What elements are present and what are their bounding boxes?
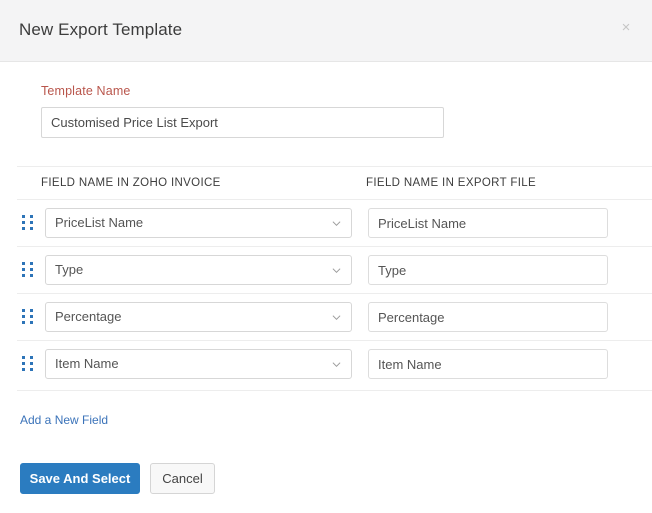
cancel-button[interactable]: Cancel <box>150 463 215 494</box>
close-icon[interactable]: × <box>616 18 636 38</box>
source-field-select[interactable]: Type <box>45 255 352 285</box>
drag-handle-icon[interactable] <box>22 262 35 278</box>
divider-above-headers <box>17 166 652 167</box>
add-new-field-link[interactable]: Add a New Field <box>20 413 108 427</box>
column-header-source: FIELD NAME IN ZOHO INVOICE <box>41 177 221 189</box>
export-field-input[interactable] <box>368 302 608 332</box>
export-field-input[interactable] <box>368 349 608 379</box>
table-row: Type <box>0 247 652 293</box>
export-field-input[interactable] <box>368 255 608 285</box>
template-name-input[interactable] <box>41 107 444 138</box>
source-field-select[interactable]: Item Name <box>45 349 352 379</box>
new-export-template-dialog: New Export Template × Template Name FIEL… <box>0 0 652 513</box>
table-row: Item Name <box>0 341 652 387</box>
source-field-select[interactable]: PriceList Name <box>45 208 352 238</box>
source-field-value: Item Name <box>45 349 352 379</box>
template-name-label: Template Name <box>41 84 131 98</box>
drag-handle-icon[interactable] <box>22 309 35 325</box>
dialog-header: New Export Template × <box>0 0 652 62</box>
source-field-select[interactable]: Percentage <box>45 302 352 332</box>
drag-handle-icon[interactable] <box>22 215 35 231</box>
source-field-value: Type <box>45 255 352 285</box>
table-row: Percentage <box>0 294 652 340</box>
table-row: PriceList Name <box>0 200 652 246</box>
column-header-target: FIELD NAME IN EXPORT FILE <box>366 177 537 189</box>
page-title: New Export Template <box>19 20 183 39</box>
export-field-input[interactable] <box>368 208 608 238</box>
source-field-value: PriceList Name <box>45 208 352 238</box>
drag-handle-icon[interactable] <box>22 356 35 372</box>
save-and-select-button[interactable]: Save And Select <box>20 463 140 494</box>
source-field-value: Percentage <box>45 302 352 332</box>
divider-below-rows <box>17 390 652 391</box>
